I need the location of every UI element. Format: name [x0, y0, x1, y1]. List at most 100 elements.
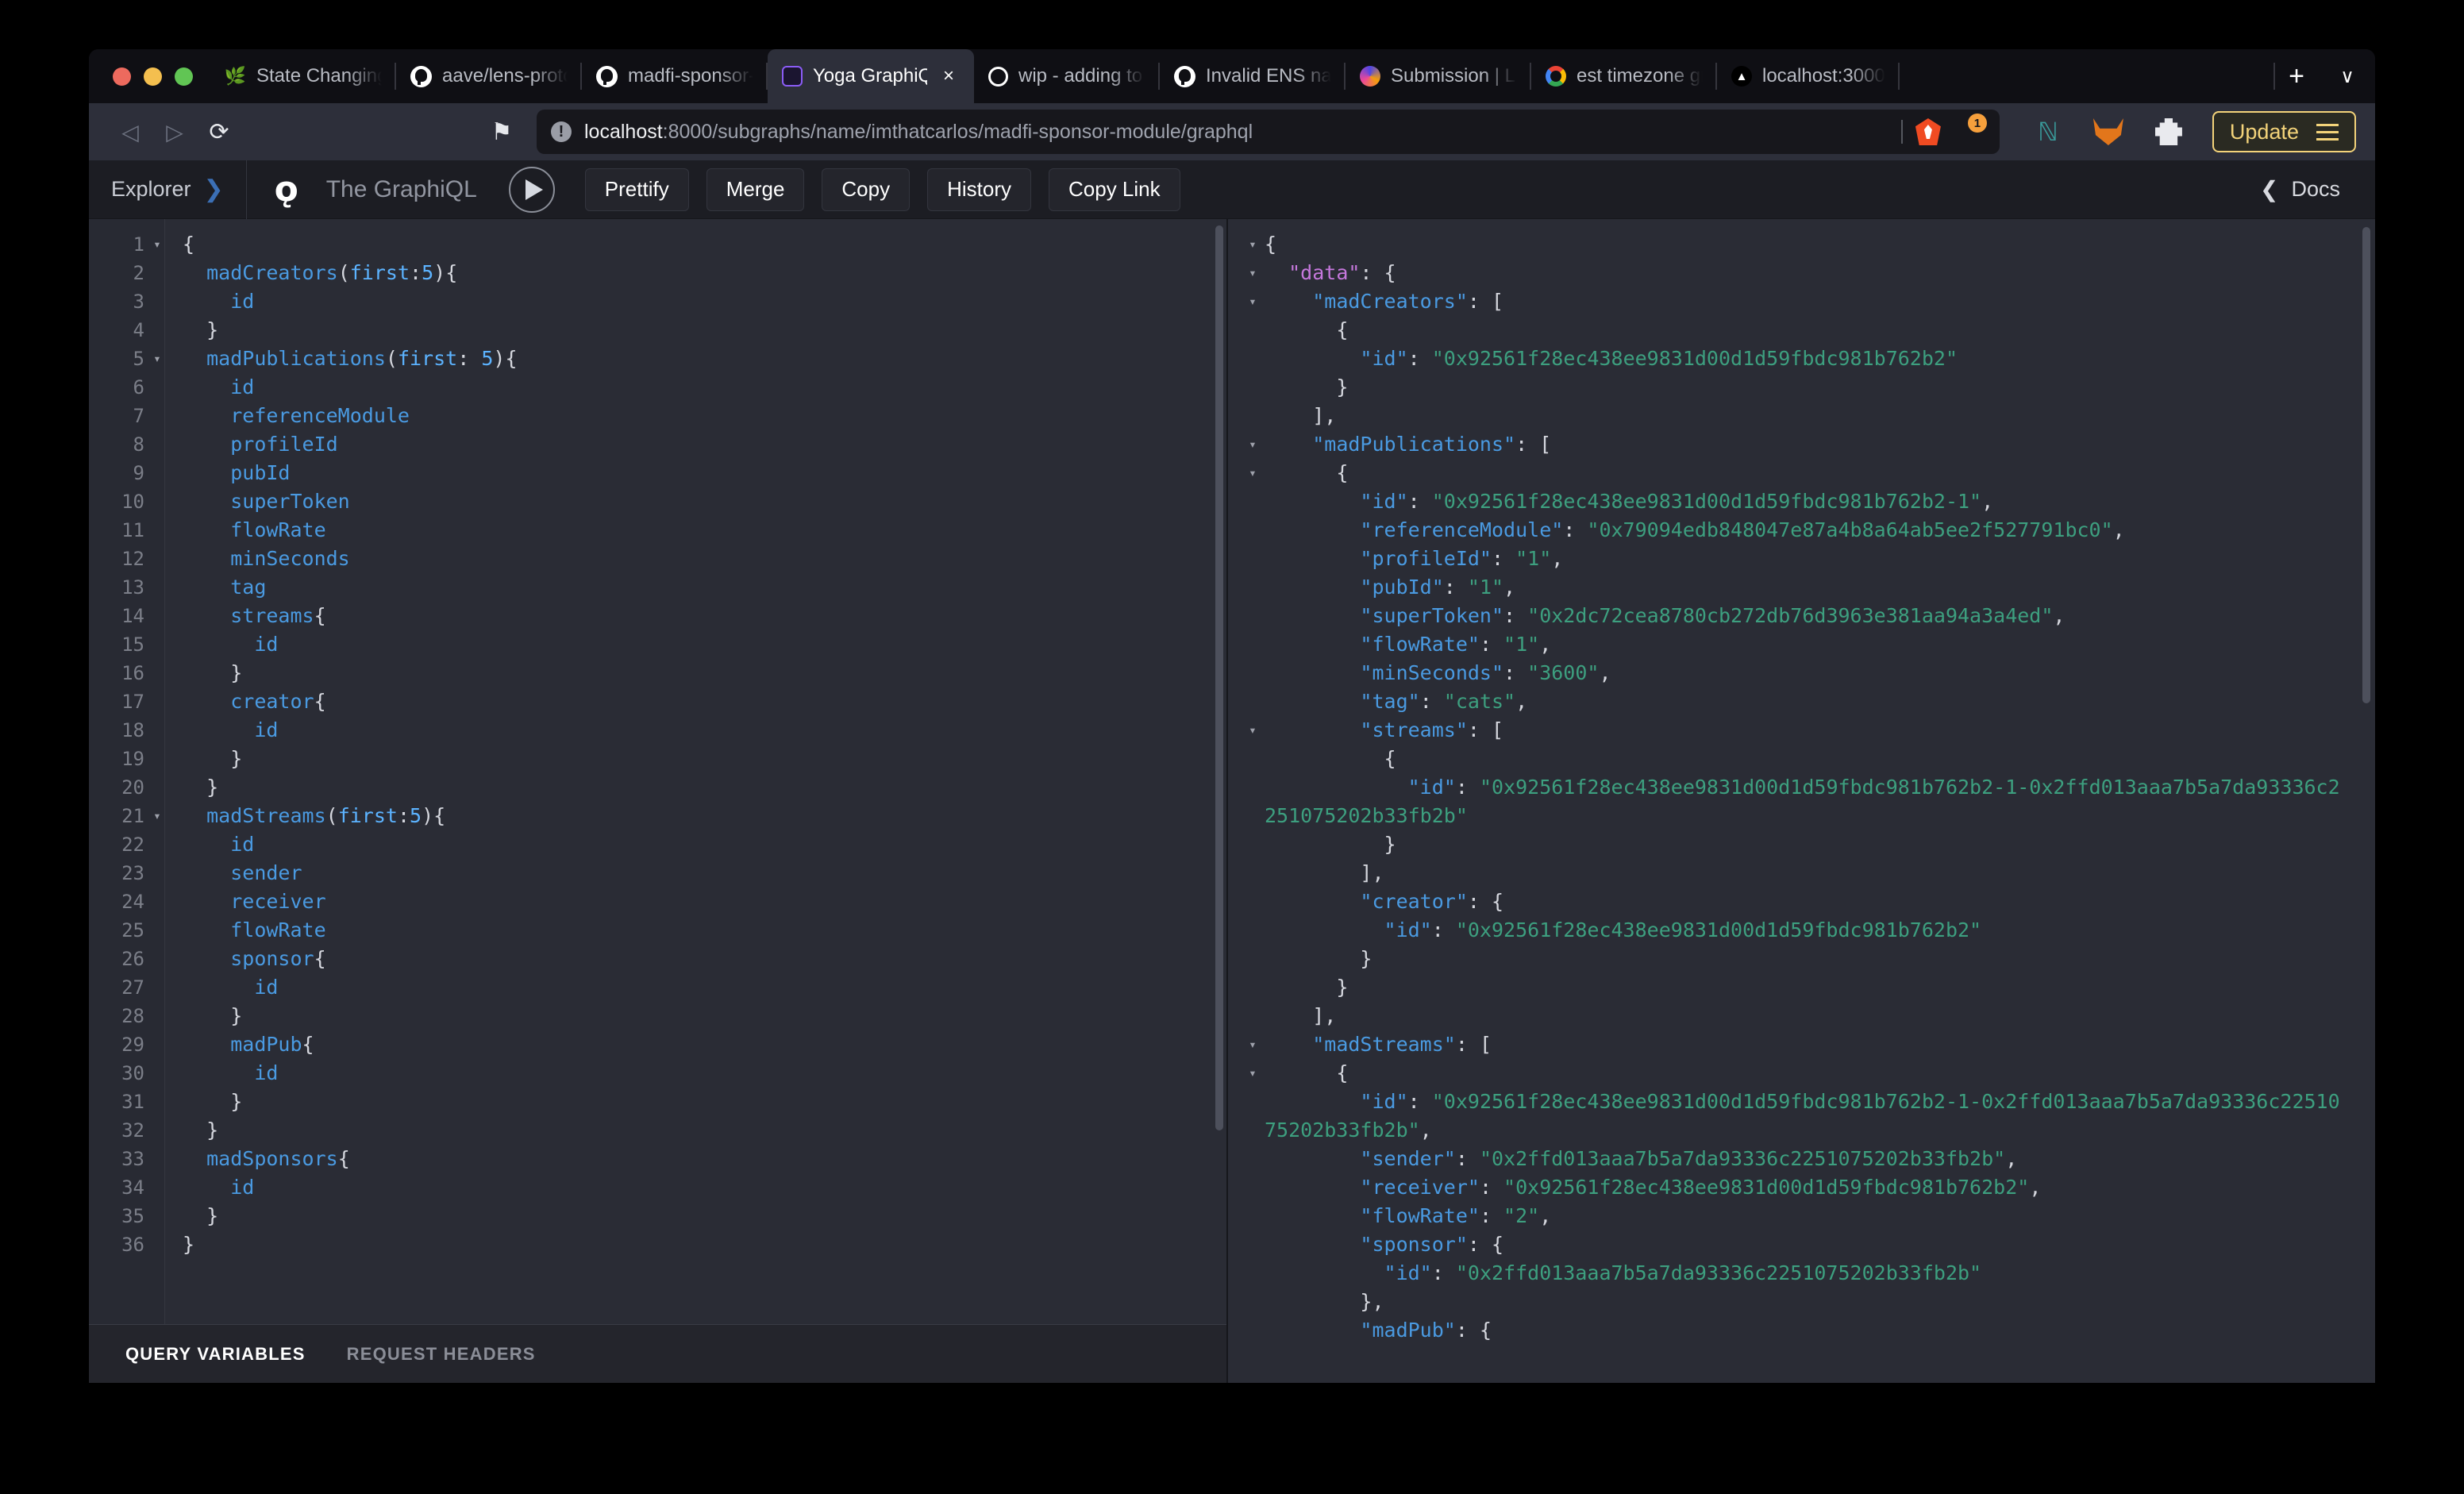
play-icon: [525, 179, 543, 200]
prettify-button[interactable]: Prettify: [584, 167, 689, 211]
browser-tab[interactable]: est timezone gmt: [1531, 49, 1717, 103]
code-line: 36}: [89, 1230, 1226, 1259]
minimize-window-button[interactable]: [144, 67, 162, 86]
new-tab-button[interactable]: +: [2273, 49, 2320, 103]
code-text: tag: [230, 576, 267, 599]
maximize-window-button[interactable]: [175, 67, 193, 86]
result-line: "sponsor": {: [1241, 1230, 2343, 1259]
code-text: id: [254, 1061, 279, 1084]
merge-button[interactable]: Merge: [706, 167, 805, 211]
chevron-right-icon: ❯: [203, 176, 224, 202]
line-number: 36: [121, 1234, 144, 1256]
result-line: "id": "0x92561f28ec438ee9831d00d1d59fbdc…: [1241, 1088, 2343, 1145]
result-line: "id": "0x2ffd013aaa7b5a7da93336c22510752…: [1241, 1259, 2343, 1288]
address-bar[interactable]: ! localhost:8000/subgraphs/name/imthatca…: [537, 110, 2000, 154]
site-info-icon[interactable]: !: [551, 121, 572, 142]
back-button[interactable]: ◁: [108, 110, 152, 154]
google-icon: [1546, 66, 1566, 87]
reload-button[interactable]: ⟳: [197, 110, 241, 154]
fold-toggle-icon[interactable]: ▾: [1241, 430, 1265, 459]
fold-toggle-icon[interactable]: ▾: [1241, 459, 1265, 487]
fold-toggle-icon[interactable]: ▾: [1241, 259, 1265, 287]
metamask-extension-icon[interactable]: [2092, 115, 2125, 148]
code-text: superToken: [230, 490, 350, 513]
brave-rewards-icon[interactable]: [1915, 118, 1941, 145]
result-scrollbar[interactable]: [2362, 227, 2370, 703]
fold-toggle-icon[interactable]: ▾: [1241, 1030, 1265, 1059]
code-line: 23 sender: [89, 859, 1226, 888]
fold-toggle-icon[interactable]: ▾: [1241, 1059, 1265, 1088]
line-number: 30: [121, 1062, 144, 1084]
code-text: }: [183, 1004, 243, 1027]
forward-button[interactable]: ▷: [152, 110, 197, 154]
browser-tab[interactable]: ▲ localhost:3000: [1717, 49, 1900, 103]
result-text: "id": "0x92561f28ec438ee9831d00d1d59fbdc…: [1360, 490, 1994, 513]
tab-label: State Changing Fu: [256, 65, 382, 87]
result-line: {: [1241, 316, 2343, 345]
line-number: 34: [121, 1176, 144, 1199]
code-line: 1 ▾ {: [89, 230, 1226, 259]
editor-scrollbar[interactable]: [1215, 225, 1223, 1130]
copy-link-button[interactable]: Copy Link: [1049, 167, 1180, 211]
copy-button[interactable]: Copy: [822, 167, 911, 211]
code-line: 19 }: [89, 745, 1226, 773]
fold-toggle-icon[interactable]: ▾: [1241, 230, 1265, 259]
tab-search-menu-button[interactable]: ∨: [2320, 49, 2375, 103]
browser-tab[interactable]: Invalid ENS name: [1160, 49, 1346, 103]
browser-menu-icon[interactable]: [2316, 123, 2339, 141]
result-line: "id": "0x92561f28ec438ee9831d00d1d59fbdc…: [1241, 487, 2343, 516]
history-button[interactable]: History: [927, 167, 1032, 211]
browser-tab[interactable]: Yoga GraphiQ ×: [768, 49, 974, 103]
tab-label: Submission | LFG: [1391, 65, 1517, 87]
close-tab-icon[interactable]: ×: [937, 65, 960, 87]
fold-toggle-icon[interactable]: ▾: [1241, 716, 1265, 745]
code-text: sponsor{: [230, 947, 326, 970]
fold-toggle-icon[interactable]: ▾: [149, 802, 165, 830]
code-line: 27 id: [89, 973, 1226, 1002]
line-number: 2: [133, 262, 144, 284]
docs-toggle-button[interactable]: ❮ Docs: [2260, 176, 2340, 202]
browser-tab[interactable]: Submission | LFG: [1346, 49, 1531, 103]
query-code[interactable]: 1 ▾{2 madCreators(first:5){3 id 4 } 5 ▾ madP…: [89, 230, 1226, 1259]
line-number: 32: [121, 1119, 144, 1142]
browser-tab[interactable]: madfi-sponsor-m: [582, 49, 768, 103]
browser-tab[interactable]: wip - adding to le: [974, 49, 1160, 103]
code-line: 11 flowRate: [89, 516, 1226, 545]
tab-query-variables[interactable]: QUERY VARIABLES: [125, 1344, 306, 1365]
explorer-toggle-button[interactable]: Explorer ❯: [89, 160, 247, 219]
extensions-puzzle-icon[interactable]: [2152, 115, 2185, 148]
code-text: pubId: [230, 461, 291, 484]
result-text: "creator": {: [1360, 890, 1504, 913]
fold-toggle-icon[interactable]: ▾: [149, 345, 165, 373]
result-text: "data": {: [1288, 261, 1396, 284]
desktop-background: 🌿 State Changing Fu aave/lens-protoco madfi…: [0, 0, 2464, 1494]
tab-request-headers[interactable]: REQUEST HEADERS: [347, 1344, 536, 1365]
browser-tab[interactable]: aave/lens-protoco: [396, 49, 582, 103]
code-text: creator{: [230, 690, 326, 713]
execute-query-button[interactable]: [508, 166, 555, 213]
line-number: 28: [121, 1005, 144, 1027]
line-number: 1: [133, 233, 144, 256]
result-text: "streams": [: [1360, 718, 1504, 741]
code-text: sender: [230, 861, 302, 884]
tab-label: aave/lens-protoco: [442, 65, 568, 87]
browser-tab[interactable]: 🌿 State Changing Fu: [210, 49, 396, 103]
result-line: "madPub": {: [1241, 1316, 2343, 1345]
fold-toggle-icon[interactable]: ▾: [1241, 287, 1265, 316]
code-line: 21 ▾ madStreams(first:5){: [89, 802, 1226, 830]
bookmark-icon[interactable]: ⚑: [479, 110, 524, 154]
result-text: "referenceModule": "0x79094edb848047e87a…: [1360, 518, 2125, 541]
update-button[interactable]: Update: [2212, 111, 2356, 152]
code-line: 12 minSeconds: [89, 545, 1226, 573]
brave-shields-icon[interactable]: 1: [1954, 114, 1987, 147]
line-number: 33: [121, 1148, 144, 1170]
line-number: 8: [133, 433, 144, 456]
result-line: ▾ "data": {: [1241, 259, 2343, 287]
result-text: ],: [1312, 404, 1337, 427]
nfts-extension-icon[interactable]: ℕ: [2031, 115, 2065, 148]
code-text: minSeconds: [230, 547, 350, 570]
fold-toggle-icon[interactable]: ▾: [149, 230, 165, 259]
close-window-button[interactable]: [113, 67, 131, 86]
code-line: 17 creator{: [89, 687, 1226, 716]
query-editor[interactable]: 1 ▾{2 madCreators(first:5){3 id 4 } 5 ▾ madP…: [89, 219, 1226, 1324]
